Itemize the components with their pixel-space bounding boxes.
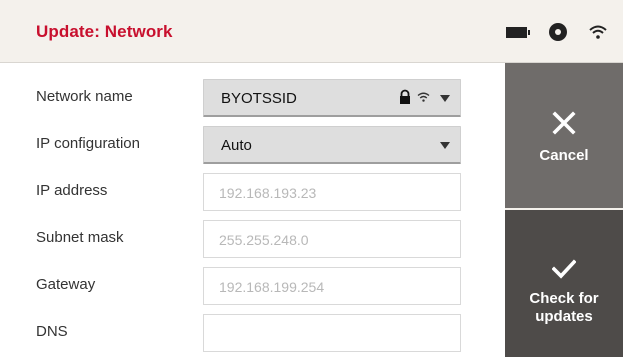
- lock-icon: [400, 89, 410, 104]
- cancel-button[interactable]: Cancel: [505, 63, 623, 210]
- ip-configuration-value: Auto: [221, 137, 252, 154]
- gateway-row: Gateway 192.168.199.254: [0, 261, 505, 308]
- subnet-mask-label: Subnet mask: [36, 229, 124, 246]
- gateway-field[interactable]: 192.168.199.254: [203, 267, 461, 305]
- network-name-select[interactable]: BYOTSSID: [203, 79, 461, 117]
- cancel-label: Cancel: [539, 147, 589, 164]
- check-for-updates-label: Check for updates: [529, 290, 599, 325]
- dns-field[interactable]: [203, 314, 461, 352]
- chevron-down-icon: [440, 95, 450, 102]
- ip-address-row: IP address 192.168.193.23: [0, 167, 505, 214]
- wifi-icon: [589, 25, 607, 39]
- gateway-label: Gateway: [36, 276, 96, 293]
- network-name-row: Network name BYOTSSID: [0, 73, 505, 120]
- subnet-mask-row: Subnet mask 255.255.248.0: [0, 214, 505, 261]
- dns-row: DNS: [0, 308, 505, 355]
- subnet-mask-value: 255.255.248.0: [219, 232, 309, 248]
- page-title: Update: Network: [36, 22, 173, 41]
- subnet-mask-field[interactable]: 255.255.248.0: [203, 220, 461, 258]
- ip-configuration-label: IP configuration: [36, 135, 140, 152]
- wifi-icon: [417, 92, 430, 102]
- network-form: Network name BYOTSSID IP configuration A…: [0, 63, 505, 357]
- ip-address-value: 192.168.193.23: [219, 185, 317, 201]
- ip-address-field[interactable]: 192.168.193.23: [203, 173, 461, 211]
- network-name-value: BYOTSSID: [221, 90, 297, 107]
- ip-configuration-select[interactable]: Auto: [203, 126, 461, 164]
- close-icon: [552, 111, 576, 135]
- chevron-down-icon: [440, 142, 450, 149]
- ip-configuration-row: IP configuration Auto: [0, 120, 505, 167]
- header-bar: Update: Network: [0, 0, 623, 63]
- status-icons: [506, 20, 607, 44]
- disc-icon: [549, 23, 567, 41]
- ip-address-label: IP address: [36, 182, 108, 199]
- check-for-updates-button[interactable]: Check for updates: [505, 210, 623, 357]
- network-name-label: Network name: [36, 88, 133, 105]
- dns-label: DNS: [36, 323, 68, 340]
- gateway-value: 192.168.199.254: [219, 279, 325, 295]
- battery-icon: [506, 26, 530, 38]
- checkmark-icon: [552, 259, 576, 279]
